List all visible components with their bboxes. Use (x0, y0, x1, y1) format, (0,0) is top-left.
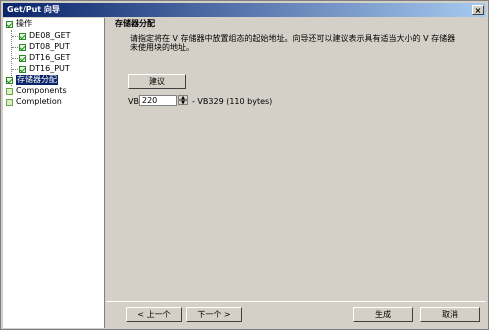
footer-divider (106, 301, 486, 302)
checked-icon (6, 20, 13, 28)
tree-item-label: DT16_GET (29, 53, 71, 62)
tree-item-label: DE08_GET (29, 31, 71, 40)
tree-item-dt16-put[interactable]: DT16_PUT (19, 64, 70, 74)
checked-icon (19, 54, 26, 62)
tree-item-de08-get[interactable]: DE08_GET (19, 31, 71, 41)
unchecked-icon (6, 87, 13, 95)
description-text: 请指定将在 V 存储器中放置组态的起始地址。向导还可以建议表示具有适当大小的 V… (130, 34, 456, 52)
vb-range-text: - VB329 (110 bytes) (192, 97, 273, 106)
checked-icon (19, 32, 26, 40)
tree-item-components[interactable]: Components (6, 86, 67, 96)
tree-item-label: Completion (16, 97, 62, 106)
tree-item-label: DT16_PUT (29, 64, 70, 73)
vb-label: VB (128, 97, 139, 106)
checked-icon (19, 65, 26, 73)
previous-button[interactable]: < 上一个 (126, 307, 182, 322)
tree-connector (12, 69, 18, 70)
wizard-steps-tree: 操作 DE08_GET DT08_PUT DT16_GET DT16_PUT 存… (3, 18, 105, 328)
tree-item-completion[interactable]: Completion (6, 97, 62, 107)
checked-icon (6, 76, 13, 84)
window-title: Get/Put 向导 (7, 5, 60, 14)
tree-connector (12, 47, 18, 48)
tree-item-memory-allocation[interactable]: 存储器分配 (6, 75, 58, 85)
tree-item-operations[interactable]: 操作 (6, 19, 32, 29)
spin-down-icon[interactable]: ▼ (178, 100, 188, 106)
tree-connector (12, 36, 18, 37)
next-button[interactable]: 下一个 > (186, 307, 242, 322)
tree-item-dt08-put[interactable]: DT08_PUT (19, 42, 70, 52)
unchecked-icon (6, 98, 13, 106)
vb-address-stepper[interactable]: ▲ ▼ (178, 95, 188, 106)
tree-item-label: Components (16, 86, 67, 95)
close-icon: × (474, 6, 482, 15)
wizard-window: Get/Put 向导 × 操作 DE08_GET DT08_PUT DT16_G… (0, 0, 489, 330)
cancel-button[interactable]: 取消 (420, 307, 480, 322)
page-title: 存储器分配 (115, 19, 155, 28)
close-button[interactable]: × (472, 5, 484, 15)
tree-item-dt16-get[interactable]: DT16_GET (19, 53, 70, 63)
tree-connector (12, 58, 18, 59)
main-panel: 存储器分配 请指定将在 V 存储器中放置组态的起始地址。向导还可以建议表示具有适… (106, 18, 486, 328)
suggest-address-button[interactable]: 建议 (128, 74, 186, 89)
tree-item-label: 操作 (16, 19, 32, 28)
tree-item-label: 存储器分配 (16, 75, 58, 85)
checked-icon (19, 43, 26, 51)
finish-button[interactable]: 生成 (353, 307, 413, 322)
vb-address-input[interactable]: 220 (139, 95, 177, 106)
tree-item-label: DT08_PUT (29, 42, 70, 51)
title-bar: Get/Put 向导 × (3, 3, 486, 17)
